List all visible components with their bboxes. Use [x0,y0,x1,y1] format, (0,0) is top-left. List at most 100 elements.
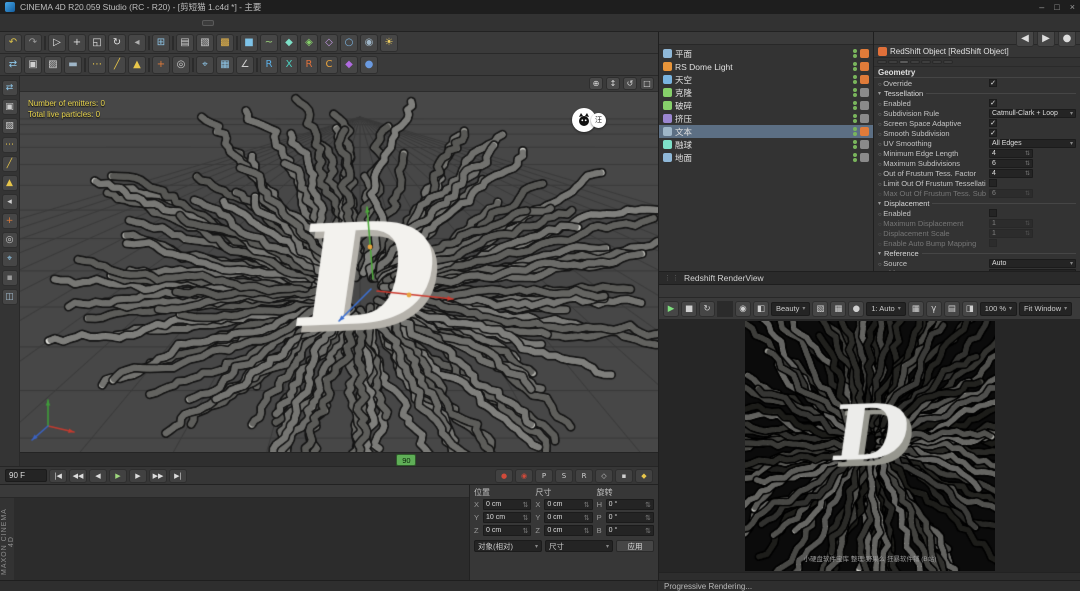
stop-render-icon[interactable]: ■ [681,301,697,317]
menu-item[interactable] [37,21,47,25]
environment-icon[interactable]: ○ [340,34,358,52]
visibility-dots[interactable] [853,49,857,58]
model-mode-icon[interactable]: ▣ [24,56,42,74]
menu-item[interactable] [136,21,146,25]
object-tag-icon[interactable] [860,153,869,162]
snap-toggle-icon[interactable]: ⌖ [2,251,18,267]
menu-item[interactable] [202,20,214,26]
lock-workplane-icon[interactable]: ▪ [2,270,18,286]
bucket-mode-icon[interactable]: ▦ [830,301,846,317]
object-tag-icon[interactable] [860,49,869,58]
menu-item[interactable] [158,21,168,25]
menu-item[interactable] [699,37,707,39]
attribute-tab[interactable] [877,60,887,64]
render-settings-icon[interactable]: ▩ [216,34,234,52]
dropdown[interactable]: All Edges▾ [989,139,1076,148]
visibility-dots[interactable] [853,127,857,136]
start-render-icon[interactable]: ▶ [663,301,679,317]
minimize-button[interactable]: – [1039,2,1044,12]
checkbox[interactable] [989,119,997,127]
menu-item[interactable] [69,83,77,85]
coordinate-mode-dropdown[interactable]: 尺寸▾ [545,540,613,552]
number-field[interactable]: 1⇅ [989,219,1033,228]
menu-item[interactable] [48,21,58,25]
checkbox[interactable] [989,129,997,137]
attribute-tab[interactable] [910,60,920,64]
menu-item[interactable] [24,83,32,85]
number-field[interactable]: 4⇅ [989,149,1033,158]
visibility-dots[interactable] [853,114,857,123]
visibility-dots[interactable] [853,88,857,97]
size-z-field[interactable]: 0 cm⇅ [544,525,592,536]
menu-item[interactable] [237,21,247,25]
position-x-field[interactable]: 0 cm⇅ [483,499,531,510]
tool-icon[interactable] [148,58,150,72]
visibility-dots[interactable] [853,140,857,149]
timeline-ruler[interactable]: 90 [20,452,658,466]
menu-item[interactable] [42,83,50,85]
object-row[interactable]: 地面 [659,151,873,164]
menu-item[interactable] [681,37,689,39]
object-row[interactable]: 挤压 [659,112,873,125]
rotation-key-icon[interactable]: R [575,469,593,483]
goto-end-button[interactable]: ▶| [169,469,187,483]
zoom-view-icon[interactable]: ↕ [606,77,620,90]
menu-item[interactable] [81,21,91,25]
plugin-icon[interactable]: ● [360,56,378,74]
pan-view-icon[interactable]: ⊕ [589,77,603,90]
rotate-tool-icon[interactable]: ↻ [108,34,126,52]
clay-mode-icon[interactable]: ● [848,301,864,317]
redo-icon[interactable]: ↷ [24,34,42,52]
object-row[interactable]: 破碎 [659,99,873,112]
menu-item[interactable] [169,21,179,25]
enable-axis-icon[interactable]: + [152,56,170,74]
coordinate-system-icon[interactable]: ⊞ [152,34,170,52]
object-row[interactable]: 克隆 [659,86,873,99]
goto-start-button[interactable]: |◀ [49,469,67,483]
deformer-icon[interactable]: ◇ [320,34,338,52]
object-tag-icon[interactable] [860,127,869,136]
history-forward-icon[interactable]: ▶ [1037,32,1055,47]
object-row[interactable]: 天空 [659,73,873,86]
play-button[interactable]: ▶ [109,469,127,483]
maximize-button[interactable]: □ [1054,2,1059,12]
mirror-icon[interactable]: ◫ [2,289,18,305]
realflow-icon[interactable]: R [260,56,278,74]
object-tag-icon[interactable] [860,101,869,110]
grid-overlay-icon[interactable]: ▦ [908,301,924,317]
prev-key-button[interactable]: ◀◀ [69,469,87,483]
menu-item[interactable] [878,37,886,39]
false-color-icon[interactable]: ◨ [962,301,978,317]
viewport-solo-icon[interactable]: ◎ [172,56,190,74]
dropdown[interactable]: Catmull-Clark + Loop▾ [989,109,1076,118]
renderview-titlebar[interactable]: ⋮⋮ Redshift RenderView [659,272,1080,285]
convert-editable-icon[interactable]: ⇄ [2,80,18,96]
last-tool-icon[interactable]: ◂ [128,34,146,52]
points-mode-icon[interactable]: ⋯ [88,56,106,74]
menu-item[interactable] [59,21,69,25]
menu-item[interactable] [690,37,698,39]
region-render-icon[interactable]: ▧ [812,301,828,317]
object-row[interactable]: 融球 [659,138,873,151]
gamma-icon[interactable]: γ [926,301,942,317]
menu-item[interactable] [114,21,124,25]
checkbox[interactable] [989,209,997,217]
enable-snap-icon[interactable]: ⌖ [196,56,214,74]
insydium-icon[interactable]: X [280,56,298,74]
autokey-icon[interactable]: ◉ [515,469,533,483]
menu-item[interactable] [78,83,86,85]
render-view-icon[interactable]: ▤ [176,34,194,52]
checkbox[interactable] [989,99,997,107]
visibility-dots[interactable] [853,75,857,84]
menu-item[interactable] [191,21,201,25]
tool-icon[interactable] [84,58,86,72]
dropdown[interactable]: Auto▾ [989,259,1076,268]
polygon-mode-icon[interactable]: ▲ [2,175,18,191]
position-key-icon[interactable]: P [535,469,553,483]
magic-plugin-icon[interactable]: ◆ [340,56,358,74]
playhead[interactable]: 90 [396,454,416,466]
tessellation-group-header[interactable]: Tessellation [874,88,1080,98]
menu-item[interactable] [663,37,671,39]
undo-icon[interactable]: ↶ [4,34,22,52]
menu-item[interactable] [708,37,716,39]
